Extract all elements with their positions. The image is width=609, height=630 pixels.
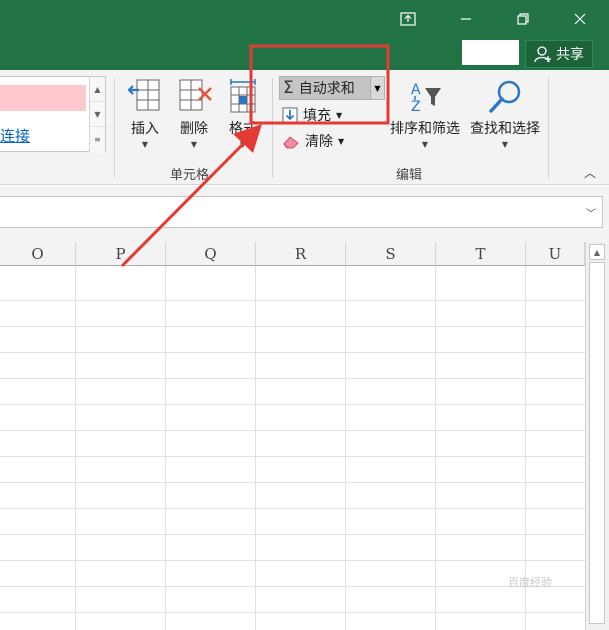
fill-label: 填充 — [303, 108, 331, 124]
svg-text:A: A — [411, 82, 421, 98]
column-header[interactable]: T — [436, 242, 526, 266]
gridline — [0, 300, 585, 301]
ribbon: 连接 ▲ ▼ ≡ 插入 ▼ 删除 ▼ 格式 ▼ 单元格 Σ 自动求和 ▼ 填充 … — [0, 70, 609, 185]
gridline — [0, 560, 585, 561]
gridline — [345, 266, 346, 630]
minimize-icon — [461, 18, 471, 20]
restore-icon — [517, 13, 529, 25]
format-label: 格式 — [229, 121, 257, 137]
gridline — [75, 266, 76, 630]
gallery-down-button[interactable]: ▼ — [90, 102, 105, 127]
sigma-icon: Σ — [283, 78, 294, 98]
fill-button[interactable]: 填充 ▼ — [282, 104, 342, 126]
group-divider — [272, 78, 273, 178]
fill-down-icon — [282, 107, 298, 123]
insert-button[interactable]: 插入 ▼ — [120, 78, 170, 158]
share-button[interactable]: 共享 — [525, 40, 593, 68]
chevron-down-icon: ▼ — [239, 140, 247, 149]
editing-group-label: 编辑 — [396, 168, 423, 183]
column-header[interactable]: Q — [166, 242, 256, 266]
column-header[interactable]: R — [256, 242, 346, 266]
delete-cells-icon — [179, 79, 212, 111]
group-divider — [548, 78, 549, 178]
insert-label: 插入 — [131, 121, 159, 137]
column-header[interactable]: U — [526, 242, 585, 266]
column-header[interactable]: S — [346, 242, 436, 266]
gallery-up-button[interactable]: ▲ — [90, 77, 105, 102]
magnifier-icon — [489, 80, 521, 113]
gridline — [0, 534, 585, 535]
find-select-button[interactable]: 查找和选择 ▼ — [467, 78, 543, 158]
cells-group-label: 单元格 — [170, 168, 210, 183]
hyperlink-style-swatch[interactable]: 连接 — [0, 125, 30, 146]
gridline — [0, 404, 585, 405]
restore-button[interactable] — [505, 6, 541, 32]
sort-filter-icon: A Z — [411, 82, 441, 114]
chevron-down-icon: ▼ — [374, 83, 381, 93]
gridline — [0, 456, 585, 457]
account-box[interactable] — [462, 40, 519, 65]
column-header[interactable]: O — [0, 242, 76, 266]
column-header[interactable]: P — [76, 242, 166, 266]
gridline — [0, 508, 585, 509]
watermark: 百度经验 — [508, 576, 552, 589]
format-cells-icon — [230, 79, 256, 113]
ribbon-display-options-button[interactable] — [390, 6, 426, 32]
svg-text:Z: Z — [411, 99, 421, 114]
gridline — [435, 266, 436, 630]
minimize-button[interactable] — [448, 6, 484, 32]
sort-filter-button[interactable]: A Z 排序和筛选 ▼ — [387, 78, 463, 158]
share-label: 共享 — [556, 47, 584, 63]
close-button[interactable] — [562, 6, 598, 32]
gridline — [0, 378, 585, 379]
chevron-down-icon: ▼ — [421, 140, 429, 149]
find-select-label: 查找和选择 — [470, 121, 540, 137]
collapse-ribbon-icon[interactable]: ︿ — [584, 164, 596, 181]
chevron-down-icon: ▼ — [501, 140, 509, 149]
title-bar: 共享 — [0, 0, 609, 70]
delete-label: 删除 — [180, 121, 208, 137]
gridline — [0, 430, 585, 431]
autosum-label: 自动求和 — [298, 81, 355, 97]
insert-cells-icon — [127, 79, 160, 111]
gridline — [0, 482, 585, 483]
chevron-down-icon: ▼ — [338, 136, 345, 146]
clear-button[interactable]: 清除 ▼ — [282, 130, 344, 152]
autosum-dropdown-button[interactable]: ▼ — [370, 76, 385, 100]
user-add-icon — [534, 46, 551, 63]
gridline — [0, 352, 585, 353]
gridline — [0, 586, 585, 587]
group-divider — [114, 78, 115, 178]
clear-label: 清除 — [305, 134, 333, 150]
worksheet-grid[interactable]: OPQRSTU — [0, 242, 585, 630]
chevron-down-icon: ▼ — [336, 110, 343, 120]
gridline — [0, 326, 585, 327]
formula-bar-area: ﹀ — [0, 186, 609, 242]
ribbon-display-icon — [400, 12, 416, 26]
chevron-down-icon: ▼ — [190, 140, 198, 149]
format-button[interactable]: 格式 ▼ — [218, 78, 268, 158]
gridline — [0, 612, 585, 613]
close-icon — [574, 13, 586, 25]
sort-filter-label: 排序和筛选 — [390, 121, 460, 137]
gallery-scroll: ▲ ▼ ≡ — [89, 77, 105, 153]
vertical-scrollbar[interactable]: ▲ — [585, 242, 609, 630]
formula-input[interactable]: ﹀ — [0, 196, 603, 228]
eraser-icon — [283, 136, 299, 149]
scroll-up-button[interactable]: ▲ — [589, 244, 605, 260]
scroll-thumb[interactable] — [589, 262, 605, 624]
gridline — [255, 266, 256, 630]
bad-style-swatch[interactable] — [0, 85, 86, 111]
chevron-down-icon[interactable]: ﹀ — [586, 205, 596, 220]
gridline — [165, 266, 166, 630]
delete-button[interactable]: 删除 ▼ — [169, 78, 219, 158]
chevron-down-icon: ▼ — [141, 140, 149, 149]
cell-styles-gallery[interactable]: 连接 ▲ ▼ ≡ — [0, 76, 106, 153]
gallery-more-button[interactable]: ≡ — [90, 127, 105, 152]
